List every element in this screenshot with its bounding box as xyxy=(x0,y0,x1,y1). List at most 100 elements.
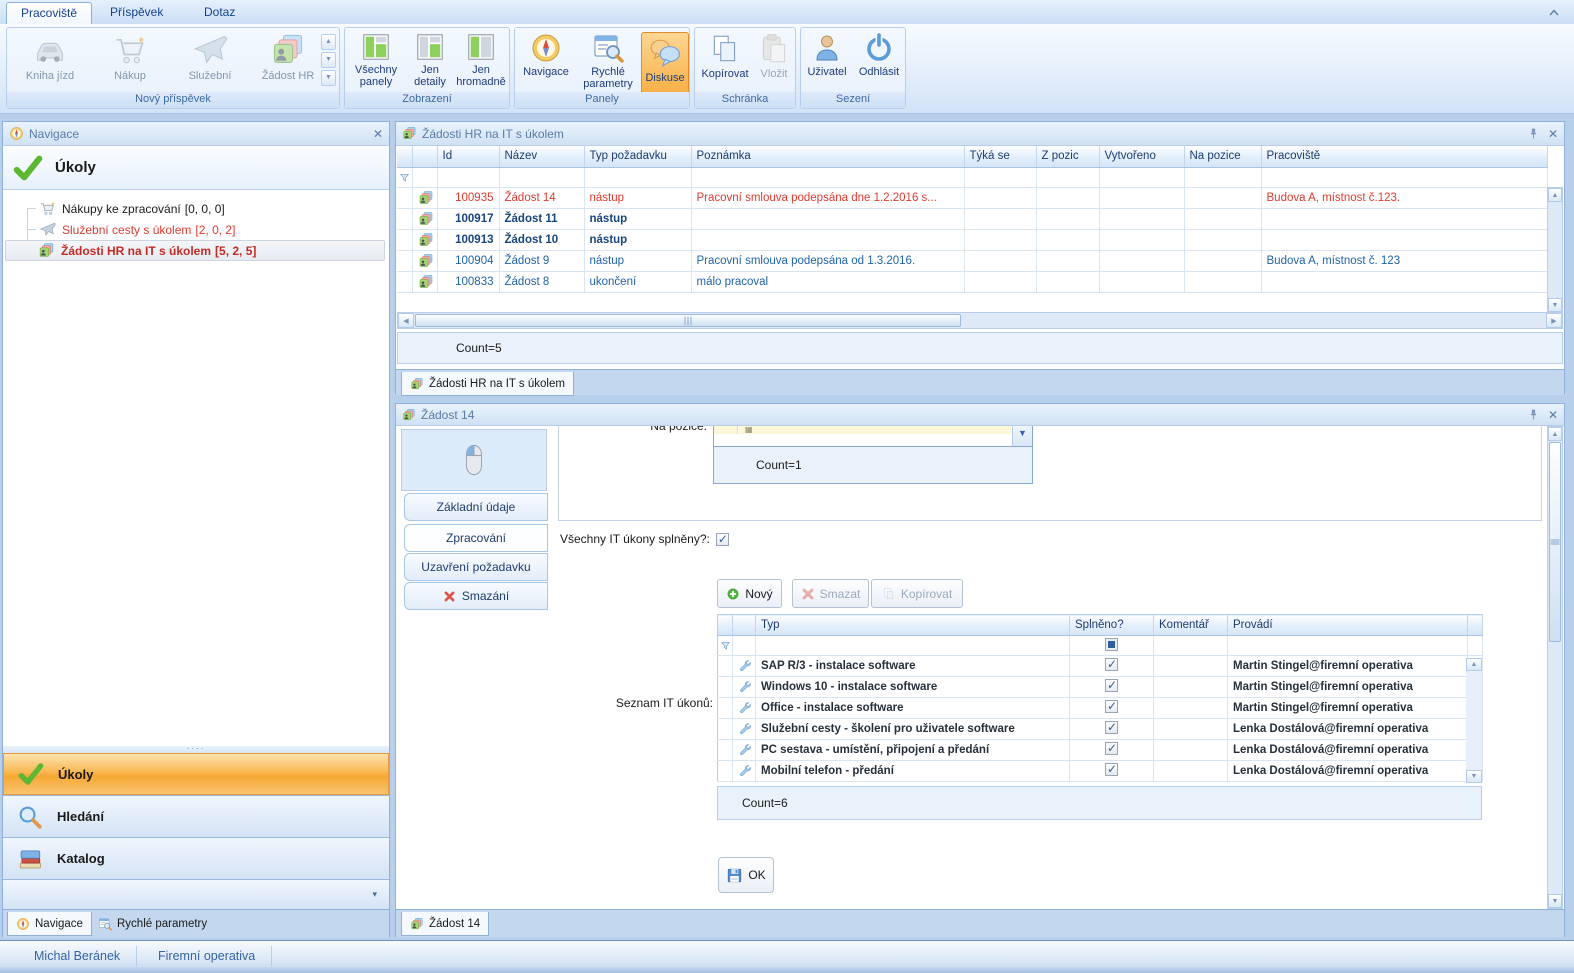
tab-zadost-14[interactable]: Žádost 14 xyxy=(401,912,489,936)
task-row[interactable]: SAP R/3 - instalace software Martin Stin… xyxy=(718,656,1483,677)
column-header-nazev[interactable]: Název xyxy=(499,146,584,167)
scroll-up-icon[interactable]: ▲ xyxy=(321,34,336,50)
column-header-splneno[interactable]: Splněno? xyxy=(1070,615,1154,636)
grid-horizontal-scrollbar[interactable]: ◀ ▶ xyxy=(397,312,1563,329)
column-header-provadi[interactable]: Provádí xyxy=(1228,615,1468,636)
outlook-button-hledani[interactable]: Hledání xyxy=(3,795,389,837)
splneno-checkbox[interactable] xyxy=(1105,658,1118,671)
column-header-pracoviste[interactable]: Pracoviště xyxy=(1261,146,1547,167)
table-row[interactable]: 100904 Žádost 9 nástup Pracovní smlouva … xyxy=(397,250,1547,271)
table-row[interactable]: 100917 Žádost 11 nástup xyxy=(397,208,1547,229)
task-row[interactable]: Služební cesty - školení pro uživatele s… xyxy=(718,719,1483,740)
scrollbar-thumb[interactable] xyxy=(1549,442,1561,642)
close-icon[interactable]: ✕ xyxy=(1548,409,1558,421)
splneno-checkbox[interactable] xyxy=(1105,763,1118,776)
ok-button[interactable]: OK xyxy=(718,857,774,893)
column-header-tyka-se[interactable]: Týká se xyxy=(964,146,1036,167)
column-header-typ[interactable]: Typ xyxy=(756,615,1070,636)
scroll-up-icon[interactable]: ▲ xyxy=(1548,188,1562,202)
table-row[interactable]: 100913 Žádost 10 nástup xyxy=(397,229,1547,250)
column-header-poznamka[interactable]: Poznámka xyxy=(691,146,964,167)
side-tab-uzavreni[interactable]: Uzavření požadavku xyxy=(404,553,548,581)
sidebar-splitter[interactable]: ···· xyxy=(3,746,389,753)
ribbon-collapse-button[interactable] xyxy=(1544,4,1564,20)
vsechny-panely-button[interactable]: Všechny panely xyxy=(349,32,403,92)
column-header-vytvoreno[interactable]: Vytvořeno xyxy=(1099,146,1184,167)
scroll-left-icon[interactable]: ◀ xyxy=(398,313,414,328)
tree-item-sluzebni-cesty[interactable]: Služební cesty s úkolem [2, 0, 2] xyxy=(5,219,385,240)
task-row[interactable]: PC sestava - umístění, připojení a předá… xyxy=(718,740,1483,761)
column-header-typ[interactable]: Typ požadavku xyxy=(584,146,691,167)
smazat-button[interactable]: Smazat xyxy=(792,579,869,608)
scroll-down-icon[interactable]: ▼ xyxy=(1466,770,1482,783)
uzivatel-button[interactable]: Uživatel xyxy=(802,32,852,92)
close-icon[interactable]: ✕ xyxy=(373,128,383,140)
scroll-up-icon[interactable]: ▲ xyxy=(1548,427,1562,441)
scroll-down-icon[interactable]: ▼ xyxy=(1548,298,1562,312)
rychle-parametry-button[interactable]: Rychlé parametry xyxy=(577,32,639,92)
zadost-hr-button[interactable]: Žádost HR xyxy=(253,32,323,92)
scroll-right-icon[interactable]: ▶ xyxy=(1546,313,1562,328)
tasks-vertical-scrollbar[interactable]: ▲ ▼ xyxy=(1466,658,1482,783)
odhlasit-button[interactable]: Odhlásit xyxy=(853,32,905,92)
filter-row[interactable] xyxy=(397,167,1547,187)
tree-item-nakupy[interactable]: Nákupy ke zpracování [0, 0, 0] xyxy=(5,198,385,219)
outlook-button-ukoly[interactable]: Úkoly xyxy=(3,753,389,795)
side-tab-zakladni-udaje[interactable]: Základní údaje xyxy=(404,493,548,521)
outlook-button-katalog[interactable]: Katalog xyxy=(3,837,389,879)
column-header-id[interactable]: Id xyxy=(437,146,499,167)
ribbon-tab-pracoviste[interactable]: Pracoviště xyxy=(6,2,92,24)
all-done-checkbox[interactable] xyxy=(716,533,729,546)
kniha-jizd-button[interactable]: Kniha jízd xyxy=(15,32,85,92)
navigace-button[interactable]: Navigace xyxy=(517,32,575,92)
scroll-up-icon[interactable]: ▲ xyxy=(1466,658,1482,671)
outlook-overflow-strip[interactable]: ▾ xyxy=(3,879,389,909)
jen-hromadne-button[interactable]: Jen hromadně xyxy=(453,32,509,92)
sluzebni-button[interactable]: Služební xyxy=(175,32,245,92)
column-header-z-pozic[interactable]: Z pozic xyxy=(1036,146,1099,167)
task-row[interactable]: Office - instalace software Martin Sting… xyxy=(718,698,1483,719)
vlozit-button[interactable]: Vložit xyxy=(753,32,795,92)
column-header-na-pozice[interactable]: Na pozice xyxy=(1184,146,1261,167)
scrollbar-thumb[interactable] xyxy=(415,314,961,327)
table-row[interactable]: 100935 Žádost 14 nástup Pracovní smlouva… xyxy=(397,187,1547,208)
column-header-komentar[interactable]: Komentář xyxy=(1154,615,1228,636)
task-row[interactable]: Mobilní telefon - předání Lenka Dostálov… xyxy=(718,761,1483,782)
close-icon[interactable]: ✕ xyxy=(1548,128,1558,140)
na-pozice-lookup[interactable]: ▦ ▼ xyxy=(713,426,1033,447)
tab-label: Žádosti HR na IT s úkolem xyxy=(429,378,565,390)
task-row[interactable]: Windows 10 - instalace software Martin S… xyxy=(718,677,1483,698)
kopirovat-button[interactable]: Kopírovat xyxy=(695,32,755,92)
table-row[interactable]: 100833 Žádost 8 ukončení málo pracoval xyxy=(397,271,1547,292)
side-tab-smazani[interactable]: Smazání xyxy=(404,582,548,610)
tab-rychle-parametry[interactable]: Rychlé parametry xyxy=(89,912,216,936)
tab-zadosti-hr[interactable]: Žádosti HR na IT s úkolem xyxy=(401,372,574,396)
splneno-checkbox[interactable] xyxy=(1105,742,1118,755)
pin-icon[interactable] xyxy=(1527,127,1540,140)
button-label: Kopírovat xyxy=(701,68,748,80)
jen-detaily-button[interactable]: Jen detaily xyxy=(405,32,455,92)
ribbon-tab-dotaz[interactable]: Dotaz xyxy=(190,2,249,24)
filter-row[interactable] xyxy=(718,636,1483,656)
nakup-button[interactable]: Nákup xyxy=(95,32,165,92)
kopirovat-button[interactable]: Kopírovat xyxy=(871,579,963,608)
filter-checkbox[interactable] xyxy=(1105,638,1118,651)
side-tab-zpracovani[interactable]: Zpracování xyxy=(404,524,548,552)
dropdown-arrow-icon[interactable]: ▾ xyxy=(372,889,377,900)
scroll-more-icon[interactable]: ▼ xyxy=(321,70,336,86)
splneno-checkbox[interactable] xyxy=(1105,700,1118,713)
tree-item-zadosti-hr[interactable]: Žádosti HR na IT s úkolem [5, 2, 5] xyxy=(5,240,385,261)
splneno-checkbox[interactable] xyxy=(1105,721,1118,734)
splneno-checkbox[interactable] xyxy=(1105,679,1118,692)
tab-navigace[interactable]: Navigace xyxy=(7,912,92,936)
grid-vertical-scrollbar[interactable]: ▲ ▼ xyxy=(1547,187,1563,313)
ribbon-group-scroll[interactable]: ▲ ▼ ▼ xyxy=(321,34,336,88)
ribbon-tab-prispevek[interactable]: Příspěvek xyxy=(96,2,177,24)
scroll-down-icon[interactable]: ▼ xyxy=(321,52,336,68)
novy-button[interactable]: Nový xyxy=(717,579,782,608)
dropdown-arrow-icon[interactable]: ▼ xyxy=(1012,426,1032,446)
table-header-row: Id Název Typ požadavku Poznámka Týká se … xyxy=(397,146,1547,167)
detail-vertical-scrollbar[interactable]: ▲ ▼ xyxy=(1547,426,1563,909)
scroll-down-icon[interactable]: ▼ xyxy=(1548,894,1562,908)
pin-icon[interactable] xyxy=(1527,408,1540,421)
